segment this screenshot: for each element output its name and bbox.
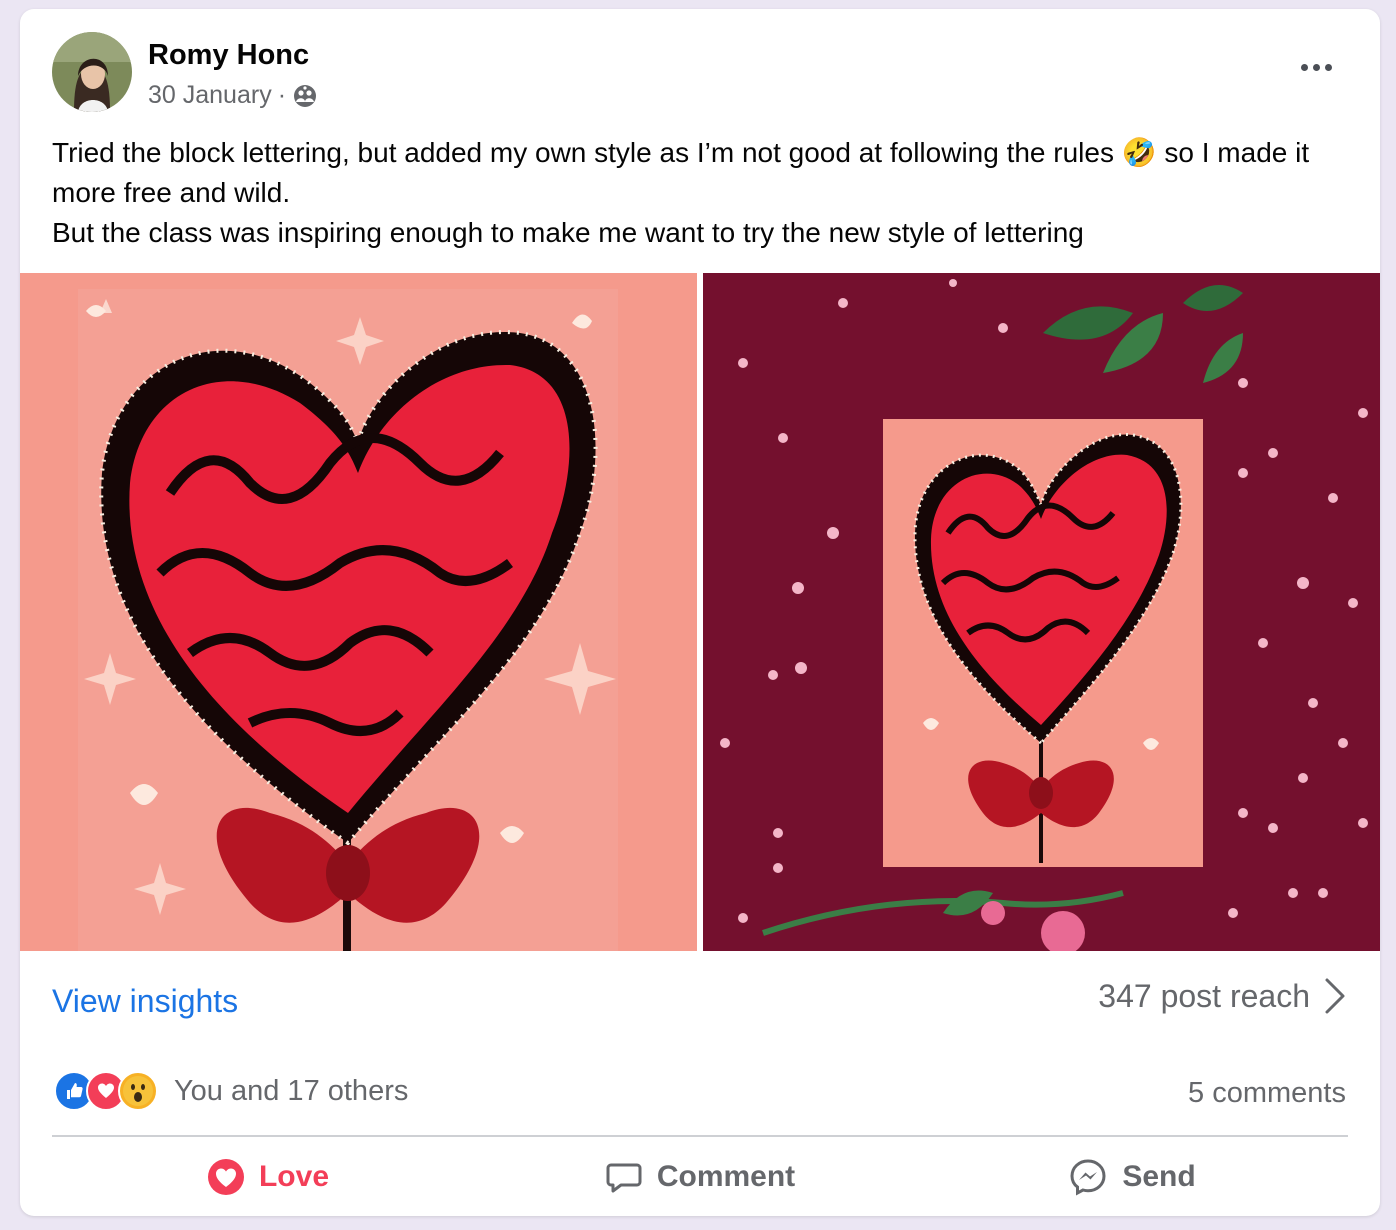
dot [1312,63,1320,71]
comments-count[interactable]: 5 comments [1188,1077,1346,1110]
post-date[interactable]: 30 January [148,81,272,110]
love-button[interactable]: Love [52,1149,484,1205]
comment-label: Comment [656,1160,796,1193]
reaction-summary[interactable]: You and 17 others [54,1071,408,1111]
more-options-button[interactable] [1296,55,1336,79]
send-button[interactable]: Send [916,1149,1348,1205]
wow-icon [118,1071,158,1111]
post-text-line-2: But the class was inspiring enough to ma… [52,217,1084,248]
messenger-icon [1070,1159,1106,1196]
love-label: Love [258,1160,330,1193]
photo-1[interactable] [20,273,697,951]
post-card: Romy Honc 30 January · Tried the block l… [20,9,1380,1216]
view-insights-link[interactable]: View insights [52,983,238,1020]
photo-2[interactable] [703,273,1380,951]
post-text-line-1: Tried the block lettering, but added my … [52,137,1310,208]
post-reach-text: 347 post reach [1098,977,1310,1014]
love-icon [207,1159,244,1195]
dot [1324,63,1332,71]
action-bar: Love Comment Send [52,1149,1348,1205]
post-reach[interactable]: 347 post reach [1098,977,1346,1015]
meta-separator: · [277,81,287,109]
comment-icon [606,1163,642,1193]
post-text: Tried the block lettering, but added my … [52,133,1352,253]
post-meta: 30 January · [148,81,318,110]
photo-grid [20,273,1380,953]
reaction-summary-text: You and 17 others [174,1074,409,1107]
chevron-right-icon [1325,978,1345,1014]
author-avatar[interactable] [52,32,132,112]
comment-button[interactable]: Comment [484,1149,916,1205]
divider [52,1135,1348,1137]
send-label: Send [1122,1160,1196,1193]
friends-icon[interactable] [292,83,318,109]
author-name[interactable]: Romy Honc [148,39,309,72]
dot [1300,63,1308,71]
